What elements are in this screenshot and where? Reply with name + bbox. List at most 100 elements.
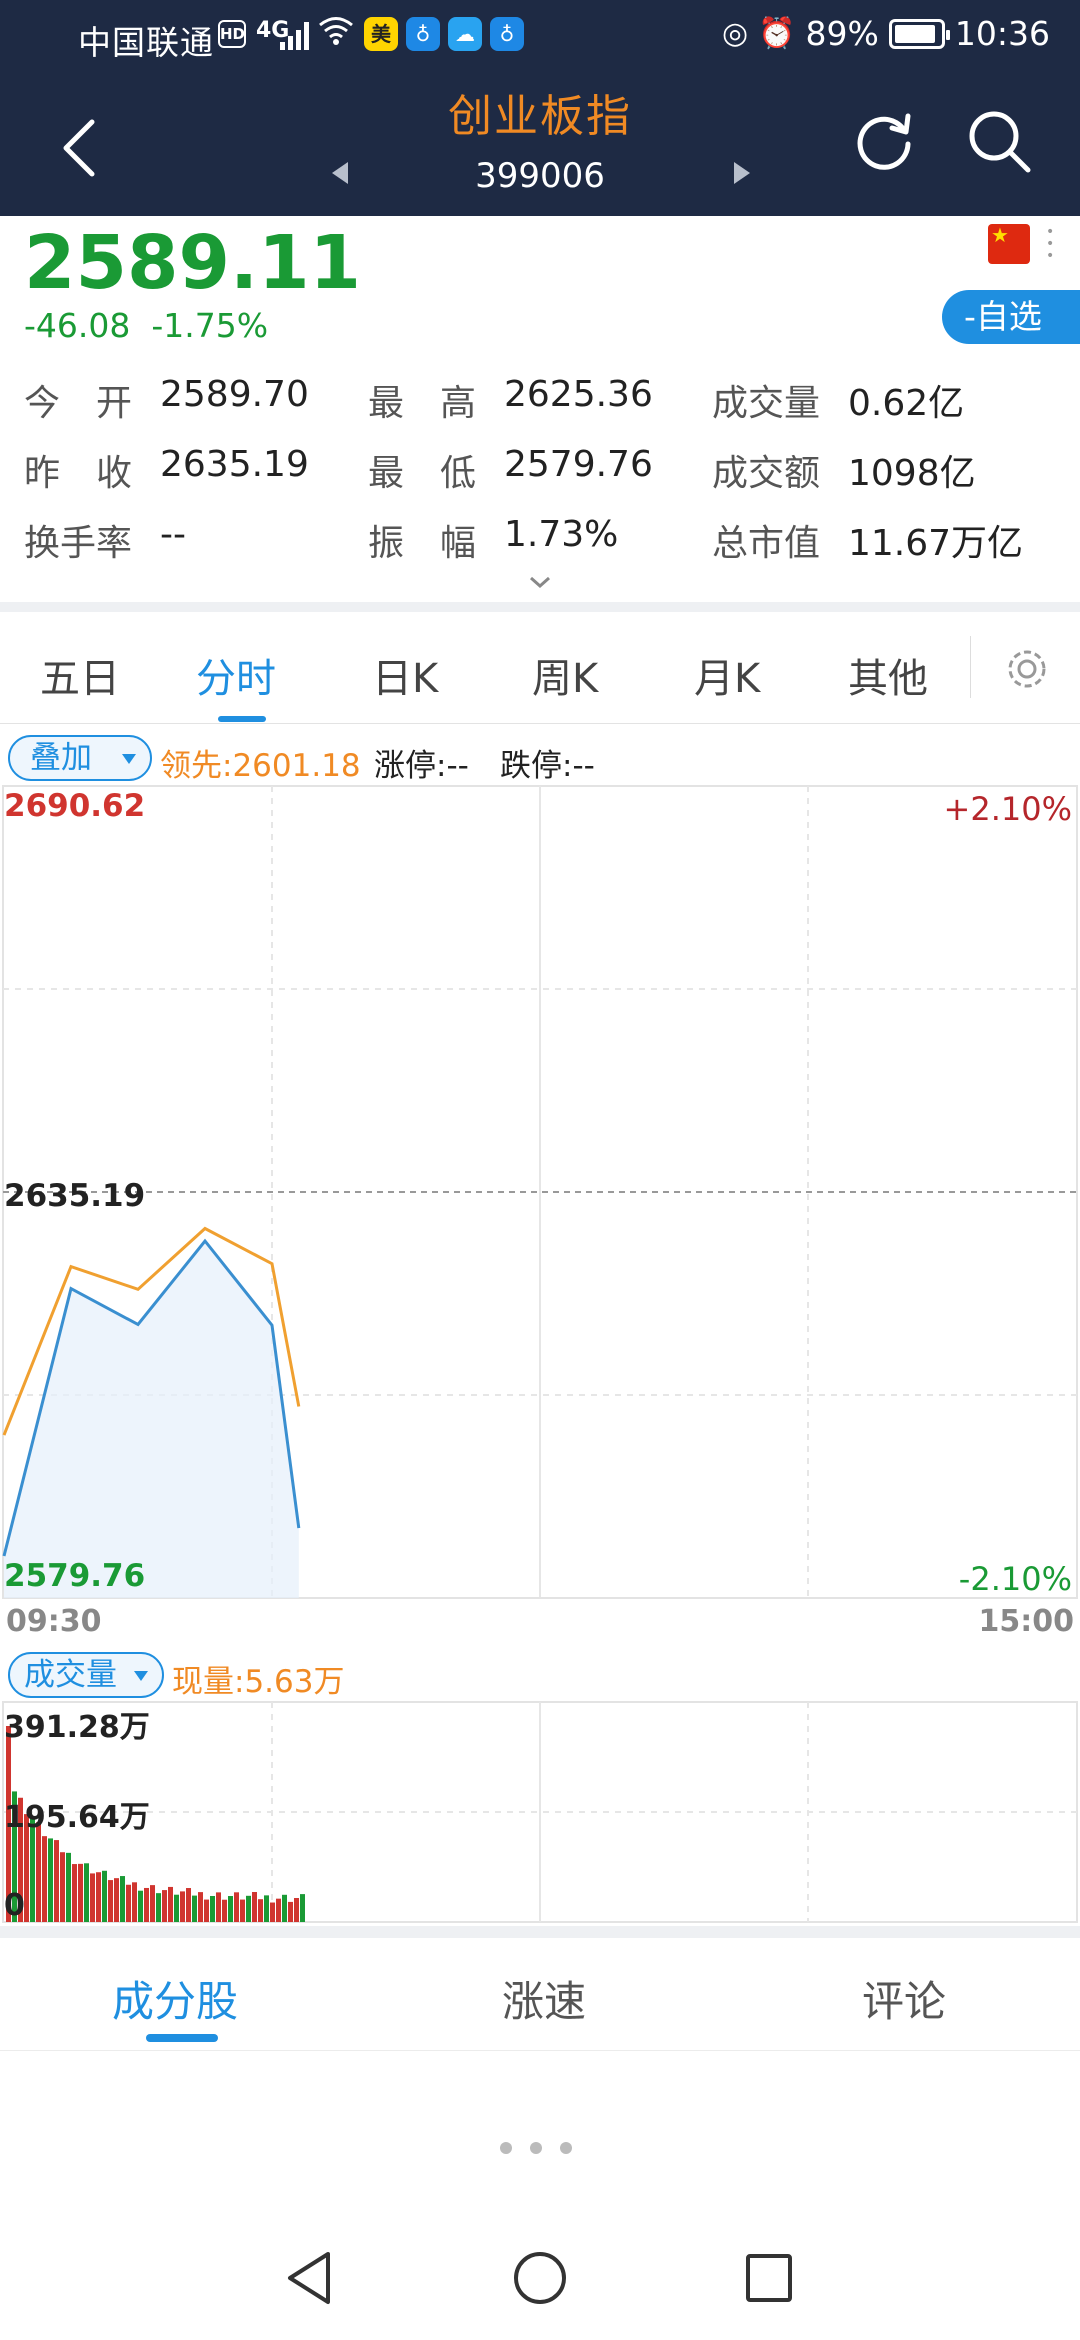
stat-value: 2625.36 (504, 374, 653, 415)
stat-label: 最 低 (368, 453, 477, 494)
gear-icon (1008, 650, 1046, 688)
section-divider (0, 1926, 1080, 1938)
volume-bar (72, 1864, 77, 1922)
volume-dropdown[interactable]: 成交量 (8, 1652, 164, 1698)
stat-label: 振 幅 (368, 523, 477, 564)
y-min-label: 2579.76 (4, 1558, 146, 1594)
volume-bar (54, 1840, 59, 1922)
stat-value: 1.73% (504, 514, 619, 555)
tab-five-day[interactable]: 五日 (40, 646, 120, 704)
tab-monthly-k[interactable]: 月K (694, 646, 760, 704)
tab-other[interactable]: 其他 (848, 646, 928, 704)
overlay-dropdown[interactable]: 叠加 (8, 735, 152, 781)
bulb-app-icon-2: ♁ (490, 17, 524, 51)
volume-bar (234, 1892, 239, 1922)
volume-bar (102, 1870, 107, 1922)
volume-bar (132, 1882, 137, 1922)
refresh-button[interactable] (852, 108, 916, 172)
stat-label: 总市值 (712, 523, 821, 564)
hd-icon: HD (218, 20, 246, 48)
y-max-label: 2690.62 (4, 788, 146, 824)
volume-chart[interactable]: 391.28万 195.64万 0 (0, 1700, 1080, 1930)
leader-value: 领先:2601.18 (160, 748, 361, 784)
next-index-button[interactable] (734, 162, 750, 184)
price-area (4, 1241, 299, 1598)
search-button[interactable] (964, 106, 1034, 176)
tab-constituents[interactable]: 成分股 (112, 1968, 238, 2029)
stat-value: 2635.19 (160, 444, 309, 485)
volume-bar (216, 1892, 221, 1922)
tab-weekly-k[interactable]: 周K (532, 646, 598, 704)
volume-bar (246, 1895, 251, 1922)
volume-bar (294, 1898, 299, 1922)
active-tab-indicator (218, 716, 266, 722)
volume-label: 成交量 (24, 1657, 117, 1693)
volume-max-label: 391.28万 (4, 1710, 150, 1745)
system-navbar (0, 2230, 1080, 2340)
volume-bar (42, 1836, 47, 1922)
tab-comments[interactable]: 评论 (862, 1968, 946, 2029)
limit-down-value: 跌停:-- (500, 748, 595, 784)
stat-label: 今 开 (24, 383, 133, 424)
volume-zero-label: 0 (4, 1888, 25, 1923)
volume-bar (258, 1899, 263, 1922)
volume-bar (156, 1893, 161, 1922)
remove-watchlist-button[interactable]: -自选 (942, 290, 1080, 344)
tab-speed[interactable]: 涨速 (502, 1968, 586, 2029)
volume-bar (192, 1895, 197, 1922)
stat-value: 2589.70 (160, 374, 309, 415)
volume-bar (222, 1899, 227, 1922)
more-icon[interactable]: • • • (1046, 225, 1056, 263)
nfc-icon: ◎ (721, 16, 749, 51)
price-change: -46.08 -1.75% (24, 306, 268, 345)
volume-chart-svg (2, 1701, 1078, 1923)
nav-recent-icon[interactable] (744, 2250, 794, 2306)
active-bottom-tab-indicator (146, 2034, 218, 2042)
battery-icon (888, 18, 950, 49)
volume-bar (180, 1891, 185, 1922)
nav-home-icon[interactable] (512, 2250, 568, 2306)
status-bar: 中国联通 HD 4G 美 ♁ ☁ ♁ ◎ ⏰ 89% 10:36 (0, 0, 1080, 72)
intraday-chart[interactable]: 2690.62 +2.10% 2635.19 2579.76 -2.10% 09… (0, 784, 1080, 1644)
volume-bar (276, 1898, 281, 1922)
volume-bar (228, 1896, 233, 1922)
stat-value: -- (160, 514, 186, 555)
loading-dots (500, 2138, 584, 2158)
volume-bar (282, 1894, 287, 1922)
stat-value: 0.62亿 (848, 383, 965, 424)
stat-value: 1098亿 (848, 453, 976, 494)
bulb-app-icon: ♁ (406, 17, 440, 51)
clock: 10:36 (954, 14, 1050, 53)
stats-row: 昨 收 2635.19 最 低 2579.76 成交额 1098亿 (24, 444, 1064, 514)
change-value: -46.08 (24, 306, 131, 345)
volume-bar (108, 1880, 113, 1922)
volume-bar (126, 1884, 131, 1922)
meituan-app-icon: 美 (364, 17, 398, 51)
tab-divider (970, 636, 971, 698)
volume-mid-label: 195.64万 (4, 1800, 150, 1835)
stats-row: 今 开 2589.70 最 高 2625.36 成交量 0.62亿 (24, 374, 1064, 444)
section-divider (0, 602, 1080, 612)
time-end-label: 15:00 (978, 1604, 1075, 1639)
chart-settings-button[interactable] (1002, 644, 1052, 694)
volume-bar (300, 1894, 305, 1922)
list-header-clipped (0, 2050, 1080, 2072)
china-flag-icon: ★ (988, 224, 1030, 264)
expand-stats-button[interactable] (528, 574, 552, 590)
intraday-chart-svg (2, 785, 1078, 1599)
wifi-icon (318, 14, 354, 55)
volume-bar (210, 1895, 215, 1922)
nav-back-icon[interactable] (284, 2250, 334, 2306)
tab-daily-k[interactable]: 日K (372, 646, 438, 704)
volume-bar (114, 1878, 119, 1922)
volume-bar (162, 1890, 167, 1922)
quote-stats: 今 开 2589.70 最 高 2625.36 成交量 0.62亿 昨 收 26… (24, 374, 1064, 584)
volume-bar (144, 1887, 149, 1922)
tab-intraday[interactable]: 分时 (196, 646, 276, 704)
pct-min-label: -2.10% (958, 1560, 1072, 1598)
stat-label: 换手率 (24, 523, 133, 564)
page-title: 创业板指 (448, 91, 632, 142)
volume-bar (288, 1901, 293, 1922)
volume-bar (48, 1838, 53, 1922)
change-percent: -1.75% (151, 306, 269, 345)
